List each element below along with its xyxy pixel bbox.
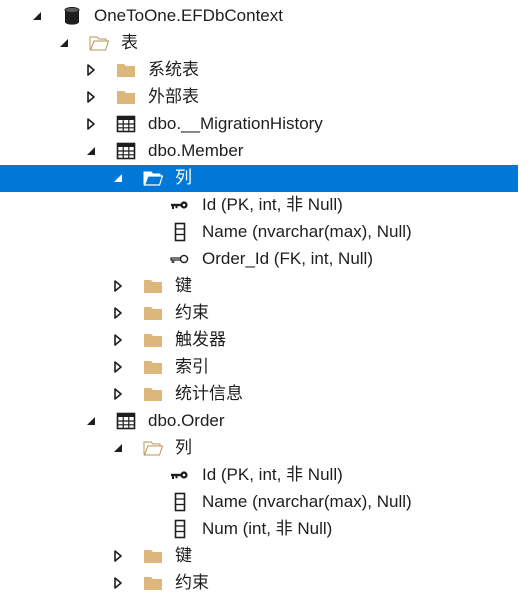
tree-node-order-columns-folder[interactable]: 列 bbox=[0, 435, 532, 462]
folder-icon bbox=[143, 357, 163, 377]
tree-node-system-tables[interactable]: 系统表 bbox=[0, 57, 532, 84]
folder-icon bbox=[143, 330, 163, 350]
tree-node-column[interactable]: Id (PK, int, 非 Null) bbox=[0, 192, 532, 219]
table-icon bbox=[116, 141, 136, 161]
tree-node-label: 索引 bbox=[175, 357, 209, 376]
expand-arrow-icon[interactable] bbox=[111, 305, 125, 321]
primary-key-icon bbox=[170, 195, 190, 215]
expand-arrow-icon[interactable] bbox=[111, 359, 125, 375]
tree-node-column[interactable]: Name (nvarchar(max), Null) bbox=[0, 219, 532, 246]
tree-node-label: OneToOne.EFDbContext bbox=[94, 6, 283, 25]
tree-node-label: 统计信息 bbox=[175, 384, 243, 403]
table-icon bbox=[116, 114, 136, 134]
tree-node-label: dbo.Order bbox=[148, 411, 225, 430]
tree-node-member-constraints[interactable]: 约束 bbox=[0, 300, 532, 327]
collapse-arrow-icon[interactable] bbox=[30, 8, 44, 24]
tree-node-column[interactable]: Id (PK, int, 非 Null) bbox=[0, 462, 532, 489]
collapse-arrow-icon[interactable] bbox=[111, 440, 125, 456]
tree-node-label: Id (PK, int, 非 Null) bbox=[202, 465, 343, 484]
table-icon bbox=[116, 411, 136, 431]
database-icon bbox=[62, 6, 82, 26]
tree-node-table-migration-history[interactable]: dbo.__MigrationHistory bbox=[0, 111, 532, 138]
tree-node-order-constraints[interactable]: 约束 bbox=[0, 570, 532, 597]
column-icon bbox=[170, 492, 190, 512]
open-folder-icon bbox=[143, 438, 163, 458]
tree-node-label: 约束 bbox=[175, 303, 209, 322]
tree-node-member-statistics[interactable]: 统计信息 bbox=[0, 381, 532, 408]
tree-node-label: dbo.__MigrationHistory bbox=[148, 114, 323, 133]
expand-arrow-icon[interactable] bbox=[84, 89, 98, 105]
expand-arrow-icon[interactable] bbox=[111, 575, 125, 591]
tree-node-label: 键 bbox=[175, 276, 192, 295]
tree-node-label: 系统表 bbox=[148, 60, 199, 79]
collapse-arrow-icon[interactable] bbox=[84, 143, 98, 159]
expand-arrow-icon[interactable] bbox=[111, 386, 125, 402]
folder-icon bbox=[143, 573, 163, 593]
tree-node-label: 列 bbox=[175, 168, 192, 187]
tree-node-member-columns-folder[interactable]: 列 bbox=[0, 165, 518, 192]
expand-arrow-icon[interactable] bbox=[84, 62, 98, 78]
tree-node-table-member[interactable]: dbo.Member bbox=[0, 138, 532, 165]
tree-node-label: dbo.Member bbox=[148, 141, 244, 160]
expand-arrow-icon[interactable] bbox=[111, 548, 125, 564]
collapse-arrow-icon[interactable] bbox=[57, 35, 71, 51]
tree-node-label: 键 bbox=[175, 546, 192, 565]
folder-icon bbox=[143, 546, 163, 566]
folder-icon bbox=[116, 87, 136, 107]
open-folder-icon bbox=[89, 33, 109, 53]
collapse-arrow-icon[interactable] bbox=[84, 413, 98, 429]
expand-arrow-icon[interactable] bbox=[111, 278, 125, 294]
tree-node-database[interactable]: OneToOne.EFDbContext bbox=[0, 3, 532, 30]
tree-node-column[interactable]: Num (int, 非 Null) bbox=[0, 516, 532, 543]
collapse-arrow-icon[interactable] bbox=[111, 170, 125, 186]
tree-node-label: Name (nvarchar(max), Null) bbox=[202, 492, 412, 511]
column-icon bbox=[170, 519, 190, 539]
object-explorer-tree: OneToOne.EFDbContext 表 系统表 外部表 dbo.__Mig… bbox=[0, 0, 532, 592]
tree-node-label: Name (nvarchar(max), Null) bbox=[202, 222, 412, 241]
tree-node-member-indexes[interactable]: 索引 bbox=[0, 354, 532, 381]
tree-node-label: 表 bbox=[121, 33, 138, 52]
primary-key-icon bbox=[170, 465, 190, 485]
column-icon bbox=[170, 222, 190, 242]
folder-icon bbox=[143, 276, 163, 296]
folder-icon bbox=[143, 384, 163, 404]
tree-node-tables-folder[interactable]: 表 bbox=[0, 30, 532, 57]
expand-arrow-icon[interactable] bbox=[111, 332, 125, 348]
tree-node-label: 列 bbox=[175, 438, 192, 457]
tree-node-member-keys[interactable]: 键 bbox=[0, 273, 532, 300]
tree-node-label: Order_Id (FK, int, Null) bbox=[202, 249, 373, 268]
tree-node-column[interactable]: Name (nvarchar(max), Null) bbox=[0, 489, 532, 516]
folder-icon bbox=[116, 60, 136, 80]
open-folder-icon bbox=[143, 168, 163, 188]
tree-node-order-keys[interactable]: 键 bbox=[0, 543, 532, 570]
folder-icon bbox=[143, 303, 163, 323]
tree-node-label: Num (int, 非 Null) bbox=[202, 519, 333, 538]
tree-node-column[interactable]: Order_Id (FK, int, Null) bbox=[0, 246, 532, 273]
tree-node-external-tables[interactable]: 外部表 bbox=[0, 84, 532, 111]
tree-node-label: 约束 bbox=[175, 573, 209, 592]
expand-arrow-icon[interactable] bbox=[84, 116, 98, 132]
tree-node-table-order[interactable]: dbo.Order bbox=[0, 408, 532, 435]
tree-node-label: 外部表 bbox=[148, 87, 199, 106]
tree-node-member-triggers[interactable]: 触发器 bbox=[0, 327, 532, 354]
foreign-key-icon bbox=[170, 249, 190, 269]
tree-node-label: Id (PK, int, 非 Null) bbox=[202, 195, 343, 214]
tree-node-label: 触发器 bbox=[175, 330, 226, 349]
